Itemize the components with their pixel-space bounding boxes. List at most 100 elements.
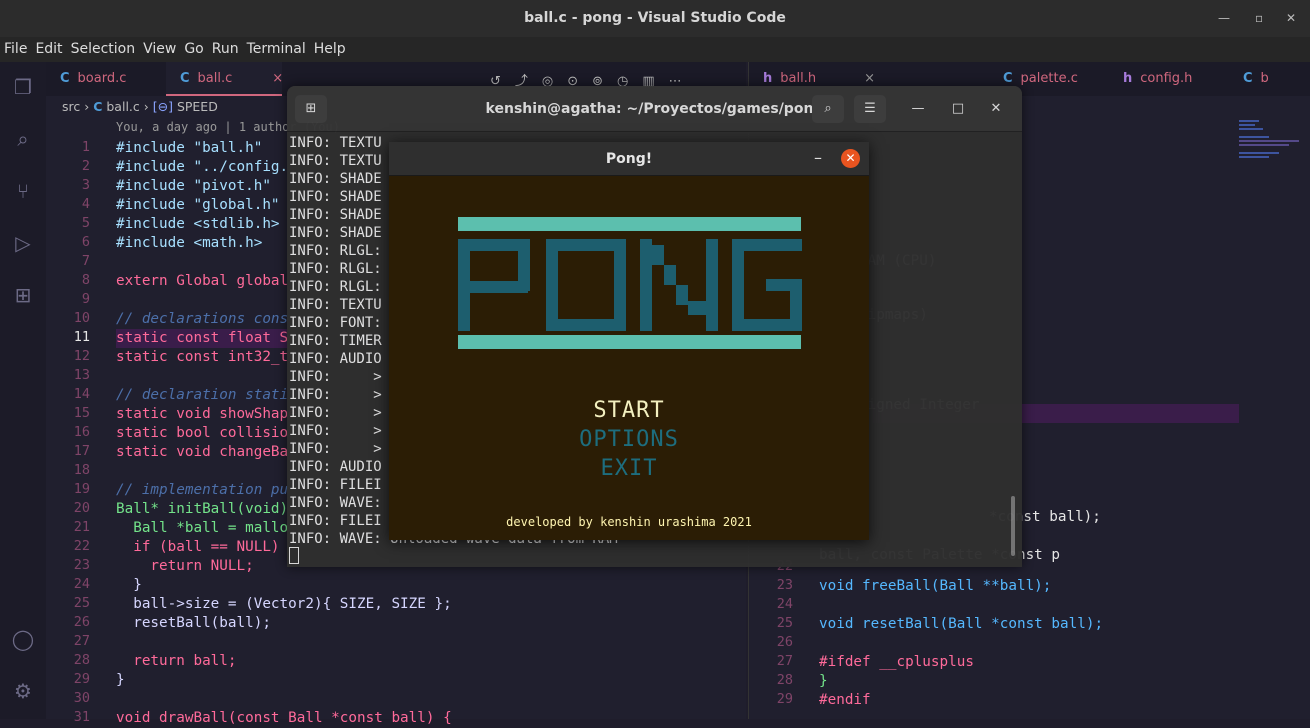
line-number: 24	[776, 596, 793, 612]
start-menu-item[interactable]: START	[389, 398, 869, 423]
line-number: 12	[73, 348, 90, 364]
code-line: void resetBall(Ball *const ball);	[819, 616, 1104, 632]
maximize-icon[interactable]: □	[948, 99, 968, 119]
extensions-icon[interactable]: ⊞	[10, 282, 36, 308]
pong-game-window[interactable]: Pong! – ✕ START OPTIONS EXIT developed b…	[389, 142, 869, 540]
game-title-bar: Pong! – ✕	[389, 142, 869, 176]
code-line: #include <stdlib.h>	[116, 216, 280, 232]
line-number: 19	[73, 481, 90, 497]
minimize-icon[interactable]: —	[908, 99, 928, 119]
code-line: static const float S	[116, 329, 289, 348]
line-number: 4	[81, 196, 90, 212]
close-tab-icon[interactable]: ×	[864, 71, 875, 86]
line-number: 2	[81, 158, 90, 174]
search-icon[interactable]: ⌕	[812, 95, 844, 123]
terminal-scrollbar[interactable]	[1011, 496, 1015, 556]
line-number: 16	[73, 424, 90, 440]
exit-menu-item[interactable]: EXIT	[389, 456, 869, 481]
breadcrumb: src › C ball.c › [⊖] SPEED	[62, 99, 218, 114]
window-title: ball.c - pong - Visual Studio Code	[524, 10, 786, 26]
line-number: 26	[73, 614, 90, 630]
settings-gear-icon[interactable]: ⚙	[10, 678, 36, 704]
line-number: 8	[81, 272, 90, 288]
menu-file[interactable]: File	[0, 37, 31, 62]
line-number: 9	[81, 291, 90, 307]
menu-view[interactable]: View	[139, 37, 180, 62]
close-icon[interactable]: ✕	[986, 99, 1006, 119]
game-title: Pong!	[605, 151, 653, 167]
menu-run[interactable]: Run	[208, 37, 243, 62]
line-number: 21	[73, 519, 90, 535]
code-line: }	[819, 673, 828, 689]
terminal-line: INFO: >	[289, 387, 382, 403]
close-icon[interactable]: ✕	[841, 149, 860, 168]
pong-logo	[458, 239, 802, 331]
menu-selection[interactable]: Selection	[67, 37, 140, 62]
search-icon[interactable]: ⌕	[10, 126, 36, 152]
line-number: 27	[73, 633, 90, 649]
source-control-icon[interactable]: ⑂	[10, 178, 36, 204]
terminal-line: INFO: >	[289, 405, 382, 421]
tab-config-h[interactable]: h config.h	[1109, 62, 1229, 96]
line-number: 20	[73, 500, 90, 516]
code-line: void freeBall(Ball **ball);	[819, 578, 1052, 594]
menu-edit[interactable]: Edit	[31, 37, 66, 62]
run-debug-icon[interactable]: ▷	[10, 230, 36, 256]
explorer-icon[interactable]: ❐	[10, 74, 36, 100]
code-line: #include <math.h>	[116, 235, 263, 251]
terminal-cursor	[289, 547, 299, 564]
options-menu-item[interactable]: OPTIONS	[389, 427, 869, 452]
code-line: resetBall(ball);	[116, 615, 271, 631]
menu-terminal[interactable]: Terminal	[243, 37, 310, 62]
line-number: 15	[73, 405, 90, 421]
close-icon[interactable]: ✕	[1286, 0, 1296, 37]
activity-bar: ❐ ⌕ ⑂ ▷ ⊞ ◯ ⚙	[0, 62, 46, 719]
terminal-line: INFO: FILEI	[289, 477, 382, 493]
terminal-line: INFO: >	[289, 441, 382, 457]
terminal-line: INFO: TEXTU	[289, 135, 382, 151]
c-file-icon: C	[93, 99, 103, 114]
line-number: 29	[776, 691, 793, 707]
tab-board-c[interactable]: Cboard.c	[46, 62, 162, 96]
terminal-line: INFO: WAVE:	[289, 495, 382, 511]
line-number: 6	[81, 234, 90, 250]
minimize-icon[interactable]: —	[1218, 0, 1230, 37]
code-line: static void changeBa	[116, 444, 289, 460]
maximize-icon[interactable]: ▫	[1255, 0, 1263, 37]
terminal-line: INFO: FONT:	[289, 315, 382, 331]
window-title-bar: ball.c - pong - Visual Studio Code — ▫ ✕	[0, 0, 1310, 37]
code-line: #endif	[819, 692, 871, 708]
code-line: }	[116, 672, 125, 688]
code-line: Ball *ball = mallo	[116, 520, 289, 536]
line-number: 28	[776, 672, 793, 688]
minimap[interactable]	[1239, 98, 1307, 228]
tab-ball-c[interactable]: Cball.c ×	[166, 62, 283, 96]
terminal-line: INFO: >	[289, 423, 382, 439]
code-line: static const int32_t	[116, 349, 289, 365]
line-number: 29	[73, 671, 90, 687]
code-line: ball->size = (Vector2){ SIZE, SIZE };	[116, 596, 452, 612]
line-number: 22	[73, 538, 90, 554]
line-number: 13	[73, 367, 90, 383]
code-line: // implementation pu	[116, 482, 289, 498]
terminal-line: INFO: RLGL:	[289, 243, 382, 259]
terminal-line: INFO: FILEI	[289, 513, 382, 529]
menu-help[interactable]: Help	[310, 37, 350, 62]
menu-go[interactable]: Go	[180, 37, 207, 62]
terminal-line: INFO: AUDIO	[289, 459, 382, 475]
tab-b[interactable]: Cb	[1229, 62, 1289, 96]
code-line: if (ball == NULL)	[116, 539, 280, 555]
terminal-line: INFO: >	[289, 369, 382, 385]
code-line: #include "global.h"	[116, 197, 280, 213]
code-line: return NULL;	[116, 558, 254, 574]
menu-bar: File Edit Selection View Go Run Terminal…	[0, 37, 1310, 62]
terminal-line: INFO: RLGL:	[289, 261, 382, 277]
close-tab-icon[interactable]: ×	[272, 71, 283, 86]
code-line: }	[116, 577, 142, 593]
account-icon[interactable]: ◯	[10, 626, 36, 652]
line-number: 10	[73, 310, 90, 326]
hamburger-menu-icon[interactable]: ☰	[854, 95, 886, 123]
code-line: #include "ball.h"	[116, 140, 263, 156]
minimize-icon[interactable]: –	[809, 149, 827, 167]
code-line: extern Global global	[116, 273, 289, 289]
